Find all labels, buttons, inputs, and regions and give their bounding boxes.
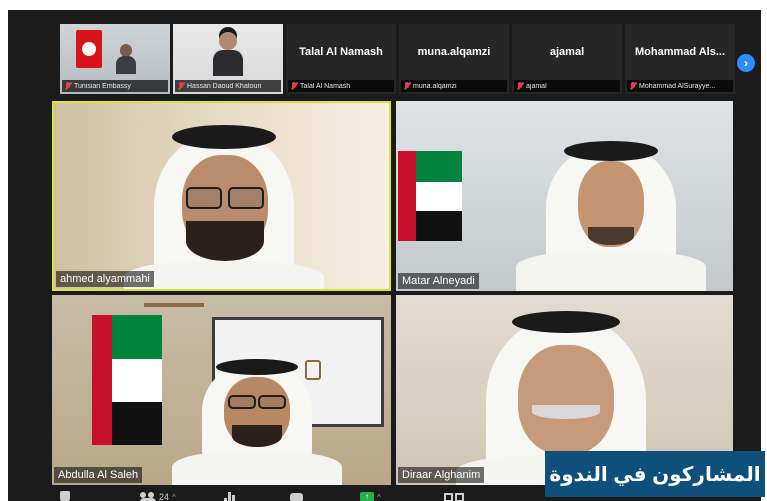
- mic-muted-icon: [630, 82, 636, 90]
- participant-video: [124, 121, 324, 289]
- participant-thumb[interactable]: muna.alqamzi muna.alqamzi: [399, 24, 509, 94]
- chevron-up-icon[interactable]: ^: [172, 493, 176, 501]
- participant-name-label: ahmed alyammahi: [56, 271, 154, 287]
- video-conference-window: Tunisian Embassy Hassan Daoud Khatoun Ta…: [8, 10, 761, 501]
- participant-thumb[interactable]: Mohammad Als... Mohammad AlSurayye...: [625, 24, 735, 94]
- participant-name: Talal Al Namash: [300, 82, 351, 90]
- participant-name-label: Diraar Alghanim: [398, 467, 485, 483]
- caption-banner: المشاركون في الندوة: [545, 451, 765, 497]
- participant-video: [172, 355, 342, 485]
- participant-thumb[interactable]: ajamal ajamal: [512, 24, 622, 94]
- participant-display-name: ajamal: [549, 46, 585, 58]
- polls-button[interactable]: [224, 490, 235, 501]
- chevron-up-icon[interactable]: ^: [377, 493, 381, 501]
- mic-muted-icon: [517, 82, 523, 90]
- participants-button[interactable]: 24 ^: [140, 490, 176, 501]
- uae-flag: [398, 151, 462, 241]
- participant-namebar: Talal Al Namash: [288, 80, 394, 92]
- participant-thumb[interactable]: Talal Al Namash Talal Al Namash: [286, 24, 396, 94]
- participant-name-label: Abdulla Al Saleh: [54, 467, 143, 483]
- uae-flag: [92, 315, 162, 445]
- participant-namebar: muna.alqamzi: [401, 80, 507, 92]
- people-icon: [140, 491, 156, 501]
- participant-display-name: Mohammad Als...: [634, 46, 726, 58]
- participant-display-name: Talal Al Namash: [299, 46, 383, 58]
- participant-name: ajamal: [526, 82, 547, 90]
- mic-muted-icon: [404, 82, 410, 90]
- mic-muted-icon: [65, 82, 71, 90]
- shelf: [144, 303, 204, 307]
- participant-name: muna.alqamzi: [413, 82, 457, 90]
- chevron-right-icon[interactable]: ›: [737, 54, 755, 72]
- security-button[interactable]: [60, 490, 70, 501]
- participant-namebar: Mohammad AlSurayye...: [627, 80, 733, 92]
- video-tile-active-speaker[interactable]: ahmed alyammahi: [52, 101, 391, 291]
- mic-muted-icon: [291, 82, 297, 90]
- chat-button[interactable]: [290, 490, 303, 501]
- participant-display-name: muna.alqamzi: [417, 46, 491, 58]
- participant-name-label: Matar Alneyadi: [398, 273, 479, 289]
- participant-strip: Tunisian Embassy Hassan Daoud Khatoun Ta…: [60, 24, 735, 94]
- video-tile[interactable]: Matar Alneyadi: [396, 101, 733, 291]
- participant-video: [213, 30, 243, 76]
- video-tile[interactable]: – ▫ Abdulla Al Saleh: [52, 295, 391, 485]
- participant-namebar: Tunisian Embassy: [62, 80, 168, 92]
- participant-name: Mohammad AlSurayye...: [639, 82, 716, 90]
- participant-namebar: ajamal: [514, 80, 620, 92]
- share-screen-icon: ↑: [360, 492, 374, 501]
- tunisia-flag: [76, 30, 102, 68]
- chat-icon: [290, 492, 303, 501]
- record-icon: [444, 492, 464, 501]
- shield-icon: [60, 491, 70, 501]
- participant-video: [516, 131, 706, 291]
- participants-count: 24: [159, 492, 170, 501]
- participant-thumb[interactable]: Hassan Daoud Khatoun: [173, 24, 283, 94]
- participant-name: Hassan Daoud Khatoun: [187, 82, 262, 90]
- mic-muted-icon: [178, 82, 184, 90]
- participant-namebar: Hassan Daoud Khatoun: [175, 80, 281, 92]
- share-screen-button[interactable]: ↑ ^: [360, 490, 381, 501]
- participant-thumb[interactable]: Tunisian Embassy: [60, 24, 170, 94]
- participant-video: [116, 44, 136, 74]
- record-button[interactable]: [444, 490, 464, 501]
- participant-name: Tunisian Embassy: [74, 82, 131, 90]
- bar-chart-icon: [224, 491, 235, 501]
